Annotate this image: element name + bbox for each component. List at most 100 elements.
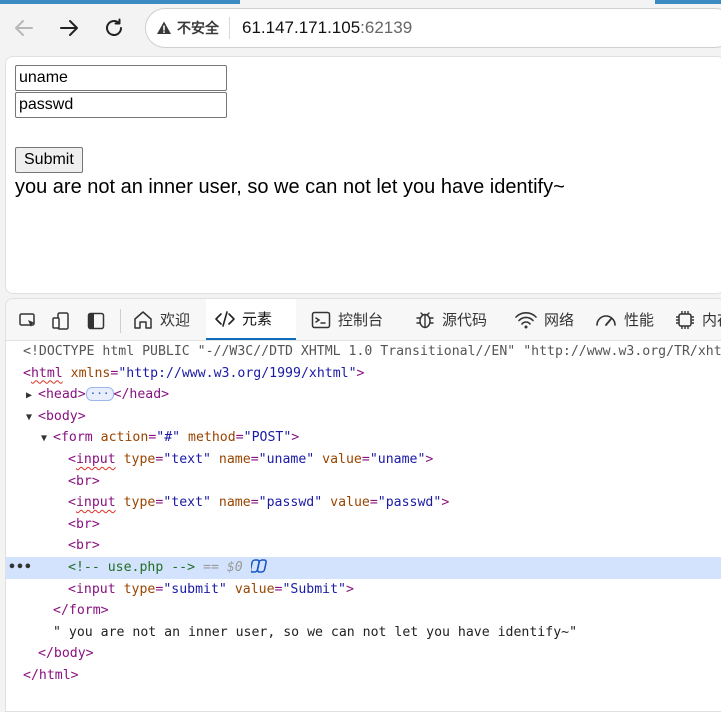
tag-text: <br> <box>68 538 100 554</box>
forward-button[interactable] <box>53 12 85 44</box>
attr-name: type <box>123 452 156 467</box>
expand-arrow-icon[interactable]: ▶ <box>26 385 38 406</box>
attr-value: "POST" <box>243 430 292 446</box>
tag-text: <br> <box>68 516 100 532</box>
tab-label: 控制台 <box>338 311 384 329</box>
tag-text: <br> <box>68 473 100 489</box>
devtools-tabbar: 欢迎 元素 控制台 源代码 网络 性能 内存 <box>6 299 721 341</box>
tab-label: 欢迎 <box>160 311 191 329</box>
tab-memory[interactable]: 内存 <box>666 299 721 340</box>
refresh-button[interactable] <box>98 12 130 44</box>
dom-node-br[interactable]: <br> <box>6 514 721 536</box>
attr-name: value <box>330 495 370 511</box>
tab-label: 内存 <box>702 311 721 329</box>
attr-name: type <box>123 495 156 511</box>
dom-node-input-uname[interactable]: <input type="text" name="uname" value="u… <box>6 449 721 471</box>
dom-node-doctype[interactable]: <!DOCTYPE html PUBLIC "-//W3C//DTD XHTML… <box>6 341 721 363</box>
site-info-button[interactable]: 不安全 <box>156 17 230 39</box>
dom-node-head[interactable]: ▶ <head> ··· </head> <box>6 384 721 406</box>
dom-node-input-passwd[interactable]: <input type="text" name="passwd" value="… <box>6 492 721 514</box>
tab-label: 性能 <box>624 311 655 329</box>
dom-node-br[interactable]: <br> <box>6 471 721 493</box>
tab-console[interactable]: 控制台 <box>302 299 391 340</box>
refresh-icon <box>106 18 122 36</box>
insecure-label: 不安全 <box>177 21 219 37</box>
attr-value: "text" <box>163 452 211 467</box>
tag-text: </form> <box>53 603 109 619</box>
toolbar-divider <box>120 309 121 333</box>
dom-node-br[interactable]: <br> <box>6 535 721 557</box>
sidebar-icon <box>87 312 105 330</box>
url-port: :62139 <box>360 18 413 37</box>
dom-node-form[interactable]: ▼ <form action="#" method="POST"> <box>6 427 721 449</box>
dom-tree[interactable]: <!DOCTYPE html PUBLIC "-//W3C//DTD XHTML… <box>6 341 721 711</box>
attr-name: xmlns <box>70 365 111 381</box>
dom-node-html[interactable]: <html xmlns="http://www.w3.org/1999/xhtm… <box>6 363 721 385</box>
tab-sources[interactable]: 源代码 <box>406 299 495 340</box>
tag-name: input <box>75 581 116 597</box>
passwd-input[interactable] <box>15 92 227 118</box>
active-tab-edge <box>0 0 240 4</box>
back-button[interactable] <box>8 12 40 44</box>
gauge-icon <box>596 314 616 326</box>
address-bar[interactable]: 不安全 61.147.171.105:62139 <box>145 8 721 48</box>
home-icon <box>134 310 152 329</box>
collapse-arrow-icon[interactable]: ▼ <box>26 407 38 428</box>
url-text[interactable]: 61.147.171.105:62139 <box>230 18 412 38</box>
attr-value: "submit" <box>163 581 227 597</box>
status-message: you are not an inner user, so we can not… <box>15 176 565 198</box>
dom-node-body-close[interactable]: </body> <box>6 643 721 665</box>
doctype-text: <!DOCTYPE html PUBLIC "-//W3C//DTD XHTML… <box>23 344 721 359</box>
console-ref: == $0 <box>203 560 243 575</box>
attr-value: "#" <box>156 430 181 446</box>
attr-value: "text" <box>163 495 211 511</box>
device-emulation-button[interactable] <box>49 309 73 333</box>
collapsed-content-badge[interactable]: ··· <box>85 387 114 402</box>
page-viewport: Submit you are not an inner user, so we … <box>5 56 721 294</box>
dom-node-comment-selected[interactable]: ••• <!-- use.php --> == $0 <box>6 557 721 579</box>
tab-label: 网络 <box>544 311 575 329</box>
code-icon <box>215 310 235 327</box>
tag-name: input <box>75 495 116 511</box>
tab-label: 元素 <box>242 310 273 328</box>
inspect-icon <box>19 313 35 327</box>
arrow-left-icon <box>15 20 33 36</box>
attr-name: value <box>322 452 362 467</box>
tag-name: form <box>60 430 93 446</box>
warning-icon <box>157 21 171 34</box>
uname-input[interactable] <box>15 65 227 91</box>
tag-text: <head> <box>38 387 86 403</box>
browser-toolbar: 不安全 61.147.171.105:62139 <box>0 0 721 56</box>
dom-node-html-close[interactable]: </html> <box>6 665 721 687</box>
collapse-arrow-icon[interactable]: ▼ <box>41 428 53 449</box>
dom-node-body[interactable]: ▼ <body> <box>6 406 721 428</box>
tab-elements[interactable]: 元素 <box>206 299 296 340</box>
row-actions-icon[interactable]: ••• <box>8 557 32 579</box>
dom-node-text[interactable]: " you are not an inner user, so we can n… <box>6 622 721 644</box>
tab-network[interactable]: 网络 <box>506 299 582 340</box>
tab-welcome[interactable]: 欢迎 <box>124 299 198 340</box>
tag-text: </body> <box>38 646 94 662</box>
dom-node-input-submit[interactable]: <input type="submit" value="Submit"> <box>6 579 721 601</box>
toggle-sidebar-button[interactable] <box>84 309 108 333</box>
devtools-panel: 欢迎 元素 控制台 源代码 网络 性能 内存 <!DOCTYPE html PU… <box>5 298 721 712</box>
attr-name: type <box>123 581 156 597</box>
dom-node-form-close[interactable]: </form> <box>6 600 721 622</box>
attr-value: "passwd" <box>258 495 323 511</box>
tag-text: <body> <box>38 408 86 424</box>
tab-performance[interactable]: 性能 <box>586 299 662 340</box>
inspect-element-button[interactable] <box>16 309 40 333</box>
tab-edge <box>655 0 721 4</box>
device-icon <box>52 312 69 330</box>
tab-label: 源代码 <box>442 311 488 329</box>
submit-button[interactable]: Submit <box>15 147 83 173</box>
url-host: 61.147.171.105 <box>242 18 361 37</box>
copilot-icon[interactable] <box>249 558 269 574</box>
console-icon <box>311 311 331 328</box>
tag-name: input <box>75 452 116 467</box>
arrow-right-icon <box>60 20 78 36</box>
wifi-icon <box>515 311 537 328</box>
bug-icon <box>416 311 434 328</box>
comment-text: <!-- use.php --> <box>68 560 196 575</box>
attr-value: "http://www.w3.org/1999/xhtml" <box>118 365 357 381</box>
